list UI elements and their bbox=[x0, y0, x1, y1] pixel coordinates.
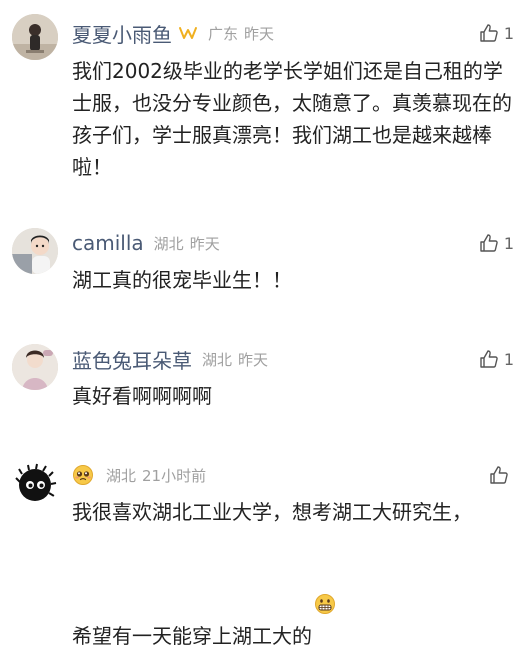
grinning-face-emoji-icon bbox=[314, 528, 336, 614]
comment-item: camilla 湖北 昨天 1 湖工真的很宠毕业生！！ bbox=[0, 210, 530, 310]
like-button[interactable] bbox=[489, 460, 514, 490]
like-count: 1 bbox=[503, 23, 514, 43]
comment-item: 湖北 21小时前 我很喜欢湖北工业大学，想考湖工大研究生，希望有一天能穿上湖工大的 bbox=[0, 450, 530, 648]
comment-time: 昨天 bbox=[238, 350, 269, 369]
comment-location: 广东 bbox=[208, 24, 239, 43]
author-name[interactable]: camilla bbox=[72, 231, 144, 255]
comment-header: 湖北 21小时前 bbox=[72, 460, 514, 490]
comment-item: 蓝色兔耳朵草 湖北 昨天 1 真好看啊啊啊啊 bbox=[0, 328, 530, 428]
avatar[interactable] bbox=[12, 14, 58, 60]
comment-text: 我很喜欢湖北工业大学，想考湖工大研究生，希望有一天能穿上湖工大的 bbox=[72, 496, 490, 652]
author-name[interactable]: 蓝色兔耳朵草 bbox=[72, 345, 192, 374]
comment-meta: 湖北 昨天 bbox=[202, 349, 274, 370]
comment-location: 湖北 bbox=[106, 466, 137, 485]
thumbs-up-icon bbox=[480, 24, 498, 42]
comment-text: 我们2002级毕业的老学长学姐们还是自己租的学士服，也没分专业颜色，太随意了。真… bbox=[72, 59, 512, 179]
comment-text: 湖工真的很宠毕业生！！ bbox=[72, 268, 292, 292]
thumbs-up-icon bbox=[490, 466, 508, 484]
thumbs-up-icon bbox=[480, 350, 498, 368]
vip-crown-icon bbox=[178, 25, 198, 41]
author-name[interactable]: 夏夏小雨鱼 bbox=[72, 19, 172, 48]
comment-time: 21小时前 bbox=[142, 466, 207, 485]
comment-location: 湖北 bbox=[153, 234, 184, 253]
like-count: 1 bbox=[503, 349, 514, 369]
thumbs-up-icon bbox=[480, 234, 498, 252]
avatar[interactable] bbox=[12, 228, 58, 274]
comment-text: 真好看啊啊啊啊 bbox=[72, 384, 212, 408]
avatar-image bbox=[12, 14, 58, 60]
comment-meta: 湖北 21小时前 bbox=[106, 465, 212, 486]
pleading-face-emoji-icon bbox=[72, 464, 94, 486]
comment-header: 蓝色兔耳朵草 湖北 昨天 1 bbox=[72, 344, 514, 374]
like-button[interactable]: 1 bbox=[479, 228, 514, 258]
like-count: 1 bbox=[503, 233, 514, 253]
avatar[interactable] bbox=[12, 344, 58, 390]
avatar-image bbox=[12, 228, 58, 274]
avatar-image bbox=[12, 460, 58, 506]
comment-meta: 湖北 昨天 bbox=[154, 233, 226, 254]
comment-item: 夏夏小雨鱼 广东 昨天 1 我们2002级毕业的老学长学姐们还是自己租的学士服，也… bbox=[0, 0, 530, 200]
like-button[interactable]: 1 bbox=[479, 344, 514, 374]
comment-location: 湖北 bbox=[202, 350, 233, 369]
like-button[interactable]: 1 bbox=[479, 18, 514, 48]
comment-meta: 广东 昨天 bbox=[208, 23, 280, 44]
comment-text-content: 我很喜欢湖北工业大学，想考湖工大研究生，希望有一天能穿上湖工大的 bbox=[72, 500, 472, 648]
avatar-image bbox=[12, 344, 58, 390]
comment-header: camilla 湖北 昨天 1 bbox=[72, 228, 514, 258]
comment-time: 昨天 bbox=[189, 234, 220, 253]
comment-header: 夏夏小雨鱼 广东 昨天 1 bbox=[72, 18, 514, 48]
avatar[interactable] bbox=[12, 460, 58, 506]
comment-time: 昨天 bbox=[244, 24, 275, 43]
